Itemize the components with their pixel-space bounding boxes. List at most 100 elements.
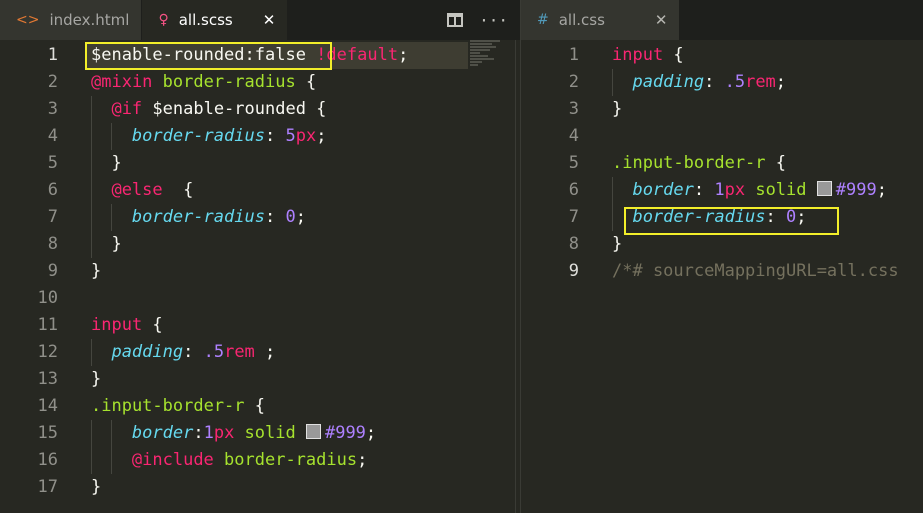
more-actions-icon[interactable]: ··· (479, 11, 508, 30)
indent-guide (612, 69, 613, 96)
highlight-box-border-radius (624, 207, 839, 235)
code-line[interactable]: 12 padding: .5rem ; (0, 339, 520, 366)
code-token: { (305, 72, 317, 92)
code-text: @else { (111, 177, 193, 204)
css-editor[interactable]: 1 input {2 padding: .5rem; 3} 4 5 .input-borde… (521, 40, 923, 513)
code-token: 5 (285, 126, 296, 146)
editor-window: <> index.html ♀ all.scss ✕ ··· # all.css… (0, 0, 923, 513)
code-line[interactable]: 7 border-radius: 0; (0, 204, 520, 231)
code-text: } (91, 474, 101, 501)
code-token: border-radius (162, 72, 306, 92)
code-line[interactable]: 9} (0, 258, 520, 285)
code-line[interactable]: 11 input { (0, 312, 520, 339)
hash-icon: # (537, 12, 549, 28)
code-token: { (254, 396, 266, 416)
code-text: border:1px solid #999; (132, 420, 376, 447)
code-line[interactable]: 4 border-radius: 5px; (0, 123, 520, 150)
code-line[interactable]: 1 input { (521, 42, 923, 69)
code-text: input { (91, 312, 163, 339)
line-number: 17 (37, 477, 58, 497)
code-line[interactable]: 14 .input-border-r { (0, 393, 520, 420)
code-text: } (612, 231, 622, 258)
tab-index-html[interactable]: <> index.html (0, 0, 142, 40)
line-number: 8 (47, 234, 58, 254)
code-token: input (612, 45, 674, 65)
code-token: : (693, 180, 715, 200)
code-line[interactable]: 4 (521, 123, 923, 150)
code-token: @else (111, 180, 184, 200)
line-number: 4 (568, 126, 579, 146)
split-editor-icon[interactable] (447, 13, 464, 27)
indent-guide (91, 204, 92, 231)
code-text: @include border-radius; (132, 447, 367, 474)
indent-guide (91, 231, 92, 258)
code-token: px (295, 126, 317, 146)
code-token: } (612, 99, 623, 119)
tab-label: all.scss (178, 11, 233, 29)
code-token: border (632, 180, 694, 200)
right-tab-bar: # all.css ✕ (521, 0, 923, 40)
code-token: } (91, 261, 102, 281)
code-line[interactable]: 3} (521, 96, 923, 123)
code-token: .input-border-r (91, 396, 255, 416)
code-token: { (673, 45, 684, 65)
code-token: .5 (724, 72, 746, 92)
line-number: 16 (37, 450, 58, 470)
indent-guide (111, 447, 113, 474)
code-token: ; (316, 126, 327, 146)
indent-guide (91, 123, 92, 150)
indent-guide (91, 177, 92, 204)
code-text: } (612, 96, 622, 123)
code-line[interactable]: 6 border: 1px solid #999; (521, 177, 923, 204)
code-token: .input-border-r (612, 153, 776, 173)
code-token: @if (111, 99, 153, 119)
code-line[interactable]: 2 padding: .5rem; (521, 69, 923, 96)
code-token: { (152, 315, 163, 335)
code-line[interactable]: 8} (521, 231, 923, 258)
code-line[interactable]: 9 /*# sourceMappingURL=all.css (521, 258, 923, 285)
code-token: } (111, 153, 122, 173)
indent-guide (111, 204, 113, 231)
code-text: .input-border-r { (91, 393, 265, 420)
tab-all-scss[interactable]: ♀ all.scss ✕ (142, 0, 288, 40)
code-token: } (612, 234, 623, 254)
code-line[interactable]: 16 @include border-radius; (0, 447, 520, 474)
code-line[interactable]: 3 @if $enable-rounded { (0, 96, 520, 123)
line-number: 12 (37, 342, 58, 362)
color-swatch-icon[interactable] (816, 181, 832, 196)
indent-guide (91, 447, 92, 474)
code-line[interactable]: 8} (0, 231, 520, 258)
indent-guide (91, 339, 92, 366)
line-number: 5 (568, 153, 579, 173)
code-token: ; (295, 207, 306, 227)
code-text: border-radius: 0; (132, 204, 306, 231)
code-token: @include (131, 450, 225, 470)
code-line[interactable]: 10 (0, 285, 520, 312)
code-line[interactable]: 5} (0, 150, 520, 177)
line-number: 11 (37, 315, 58, 335)
code-line[interactable]: 17} (0, 474, 520, 501)
overview-ruler[interactable] (515, 40, 516, 513)
code-token: padding (111, 342, 184, 362)
close-icon[interactable]: ✕ (655, 11, 668, 29)
code-line[interactable]: 2 @mixin border-radius { (0, 69, 520, 96)
code-line[interactable]: 13} (0, 366, 520, 393)
code-line[interactable]: 5 .input-border-r { (521, 150, 923, 177)
code-line[interactable]: 15 border:1px solid #999; (0, 420, 520, 447)
code-line[interactable]: 6 @else { (0, 177, 520, 204)
code-token: solid (234, 423, 306, 443)
code-token: px (213, 423, 235, 443)
color-swatch-icon[interactable] (305, 424, 321, 439)
minimap[interactable] (470, 40, 504, 80)
code-text: } (91, 366, 101, 393)
line-number: 3 (568, 99, 579, 119)
code-text: padding: .5rem; (632, 69, 786, 96)
code-token: 1 (714, 180, 725, 200)
line-number: 2 (47, 72, 58, 92)
close-icon[interactable]: ✕ (263, 11, 276, 29)
scss-editor[interactable]: 1 $enable-rounded:false !default; 2 @mixin … (0, 40, 520, 513)
tab-all-css[interactable]: # all.css ✕ (521, 0, 680, 40)
code-token: #999 (835, 180, 877, 200)
line-number: 9 (47, 261, 58, 281)
code-token: border (131, 423, 194, 443)
